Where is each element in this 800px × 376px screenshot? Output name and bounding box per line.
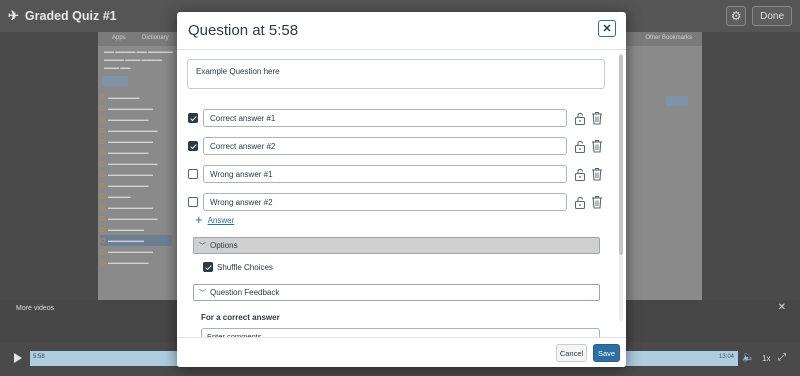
comments-input[interactable]: Enter comments... bbox=[201, 328, 600, 337]
list-item: ▬▬▬▬▬▬▬▬▬▬ bbox=[100, 246, 172, 257]
answer-checkbox[interactable] bbox=[188, 169, 198, 179]
play-icon[interactable] bbox=[14, 353, 22, 363]
app-title: Graded Quiz #1 bbox=[24, 9, 117, 23]
bookmark-other: Other Bookmarks bbox=[645, 35, 692, 41]
fullscreen-icon[interactable]: ⤢ bbox=[778, 352, 786, 363]
bookmark-apps: Apps bbox=[112, 35, 126, 41]
answer-checkbox[interactable] bbox=[188, 113, 198, 123]
more-videos-label: More videos bbox=[16, 305, 55, 312]
list-item: ▬▬▬▬▬▬▬▬▬ bbox=[100, 180, 172, 191]
list-item: ▬▬▬▬▬▬▬▬▬▬ bbox=[100, 169, 172, 180]
list-item: ▬▬▬▬▬▬▬▬ bbox=[100, 224, 172, 235]
chevron-down-icon: ﹀ bbox=[199, 242, 206, 250]
unlock-icon[interactable] bbox=[574, 140, 586, 154]
gear-icon[interactable]: ⚙ bbox=[726, 6, 747, 26]
trash-icon[interactable] bbox=[591, 195, 603, 209]
list-item: ▬▬▬▬▬ bbox=[100, 191, 172, 202]
list-item: ▬▬▬▬▬▬▬▬▬ bbox=[100, 114, 172, 125]
cancel-button[interactable]: Cancel bbox=[556, 344, 587, 362]
trash-icon[interactable] bbox=[591, 111, 603, 125]
answer-row: Wrong answer #1 bbox=[187, 165, 607, 183]
answer-checkbox[interactable] bbox=[188, 197, 198, 207]
airplane-icon: ✈ bbox=[8, 8, 19, 23]
modal-body: Example Question here Correct answer #1 C… bbox=[177, 51, 626, 337]
list-item: ▬▬▬▬▬▬▬▬▬▬▬ bbox=[100, 213, 172, 224]
question-feedback-toggle[interactable]: ﹀ Question Feedback bbox=[193, 284, 600, 301]
options-label: Options bbox=[210, 241, 238, 250]
answer-input[interactable]: Correct answer #1 bbox=[203, 109, 567, 127]
unlock-icon[interactable] bbox=[574, 196, 586, 210]
unlock-icon[interactable] bbox=[574, 168, 586, 182]
plus-icon: + bbox=[195, 212, 203, 227]
shuffle-label: Shuffle Choices bbox=[217, 262, 273, 272]
close-button[interactable]: ✕ bbox=[598, 20, 616, 37]
answer-row: Correct answer #1 bbox=[187, 109, 607, 127]
trash-icon[interactable] bbox=[591, 167, 603, 181]
list-item: ▬▬▬▬▬▬▬▬▬▬▬ bbox=[100, 125, 172, 136]
volume-icon[interactable]: 🔈 bbox=[742, 352, 754, 363]
list-item: ▬▬▬▬▬▬▬▬▬▬ bbox=[100, 202, 172, 213]
modal-footer: Cancel Save bbox=[177, 337, 626, 367]
total-time: 13:04 bbox=[718, 354, 734, 360]
question-input[interactable]: Example Question here bbox=[187, 59, 605, 89]
unlock-icon[interactable] bbox=[574, 112, 586, 126]
trash-icon[interactable] bbox=[591, 139, 603, 153]
list-item: ▬▬▬▬▬▬▬▬▬ bbox=[100, 257, 172, 268]
list-item: ▬▬▬▬▬▬▬▬▬▬ bbox=[100, 136, 172, 147]
shuffle-checkbox[interactable] bbox=[203, 262, 213, 272]
chevron-down-icon: ﹀ bbox=[199, 289, 206, 297]
answer-input[interactable]: Wrong answer #2 bbox=[203, 193, 567, 211]
current-time: 5:58 bbox=[33, 354, 45, 360]
list-item: ▬▬▬▬▬▬▬▬▬▬ bbox=[100, 103, 172, 114]
list-item: ▬▬▬▬▬▬▬▬▬ bbox=[100, 147, 172, 158]
options-toggle[interactable]: ﹀ Options bbox=[193, 237, 600, 254]
answer-row: Correct answer #2 bbox=[187, 137, 607, 155]
add-answer-button[interactable]: + Answer bbox=[195, 212, 235, 227]
question-modal: Question at 5:58 ✕ Example Question here… bbox=[177, 12, 626, 367]
bookmark-dictionary: Dictionary bbox=[142, 35, 169, 41]
add-answer-label: Answer bbox=[207, 215, 235, 225]
close-icon[interactable]: ✕ bbox=[778, 302, 786, 313]
answer-input[interactable]: Correct answer #2 bbox=[203, 137, 567, 155]
modal-header: Question at 5:58 ✕ bbox=[177, 12, 626, 50]
shuffle-choices-option[interactable]: Shuffle Choices bbox=[203, 262, 273, 272]
answer-checkbox[interactable] bbox=[188, 141, 198, 151]
answer-input[interactable]: Wrong answer #1 bbox=[203, 165, 567, 183]
feedback-label: Question Feedback bbox=[210, 288, 280, 297]
playback-speed[interactable]: 1x bbox=[762, 354, 770, 363]
answer-row: Wrong answer #2 bbox=[187, 193, 607, 211]
save-button[interactable]: Save bbox=[593, 344, 620, 362]
list-item-active: ▬▬▬▬▬▬▬▬ bbox=[100, 235, 172, 246]
app-title-group: ✈ Graded Quiz #1 bbox=[8, 8, 117, 24]
blurred-button bbox=[102, 76, 128, 86]
module-list-blur: ▬▬▬▬▬▬▬ ▬▬▬▬▬▬▬▬▬▬ ▬▬▬▬▬▬▬▬▬ ▬▬▬▬▬▬▬▬▬▬▬… bbox=[100, 92, 172, 268]
app-actions: ⚙ Done bbox=[726, 6, 792, 26]
done-button[interactable]: Done bbox=[752, 6, 792, 26]
scrollbar-thumb[interactable] bbox=[619, 55, 623, 255]
blurred-right-button bbox=[666, 96, 688, 106]
list-item: ▬▬▬▬▬▬▬ bbox=[100, 92, 172, 103]
list-item: ▬▬▬▬▬▬▬▬▬▬▬ bbox=[100, 158, 172, 169]
correct-answer-label: For a correct answer bbox=[201, 313, 280, 322]
scrollbar[interactable] bbox=[619, 53, 623, 321]
modal-title: Question at 5:58 bbox=[188, 22, 299, 39]
